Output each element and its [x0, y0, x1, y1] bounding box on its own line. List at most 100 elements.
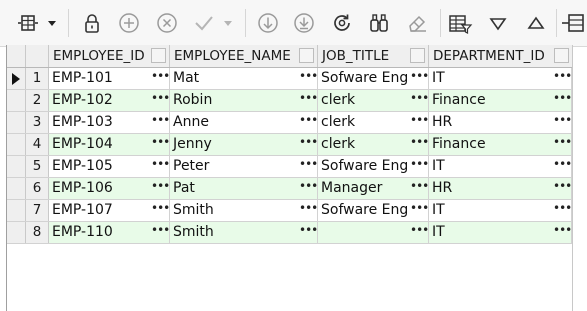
table-row[interactable]: 1 EMP-101 ••• Mat ••• Sofware Eng ••• IT •••: [7, 68, 572, 90]
cell-job-title[interactable]: Sofware Eng •••: [318, 68, 429, 89]
cell-ellipsis-button[interactable]: •••: [299, 134, 317, 155]
cell-ellipsis-button[interactable]: •••: [553, 178, 571, 199]
row-indicator[interactable]: [7, 90, 26, 111]
cell-ellipsis-button[interactable]: •••: [299, 178, 317, 199]
move-down-icon[interactable]: [254, 9, 282, 37]
cell-department-id[interactable]: IT •••: [429, 68, 572, 89]
cell-employee-name[interactable]: Mat •••: [170, 68, 318, 89]
row-indicator[interactable]: [7, 134, 26, 155]
cell-ellipsis-button[interactable]: •••: [410, 134, 428, 155]
row-number[interactable]: 3: [26, 112, 49, 133]
cell-ellipsis-button[interactable]: •••: [299, 112, 317, 133]
cell-department-id[interactable]: IT •••: [429, 156, 572, 177]
delete-row-icon[interactable]: [153, 9, 181, 37]
cell-ellipsis-button[interactable]: •••: [553, 68, 571, 89]
cell-department-id[interactable]: Finance •••: [429, 134, 572, 155]
table-row[interactable]: 4 EMP-104 ••• Jenny ••• clerk ••• Finance •••: [7, 134, 572, 156]
sort-ascending-icon[interactable]: [522, 9, 550, 37]
cell-ellipsis-button[interactable]: •••: [410, 156, 428, 177]
row-indicator[interactable]: [7, 200, 26, 221]
grid-filter-icon[interactable]: [446, 9, 474, 37]
column-filter-button[interactable]: [299, 48, 314, 63]
cell-employee-id[interactable]: EMP-104 •••: [49, 134, 170, 155]
lock-icon[interactable]: [78, 9, 106, 37]
cell-job-title[interactable]: •••: [318, 222, 429, 243]
cell-job-title[interactable]: clerk •••: [318, 134, 429, 155]
column-header-job-title[interactable]: JOB_TITLE: [318, 45, 429, 67]
cell-ellipsis-button[interactable]: •••: [410, 90, 428, 111]
cell-ellipsis-button[interactable]: •••: [553, 200, 571, 221]
cell-ellipsis-button[interactable]: •••: [299, 90, 317, 111]
row-number[interactable]: 1: [26, 68, 49, 89]
table-row[interactable]: 8 EMP-110 ••• Smith ••• ••• IT •••: [7, 222, 572, 244]
cell-job-title[interactable]: Sofware Eng •••: [318, 156, 429, 177]
row-indicator[interactable]: [7, 156, 26, 177]
cell-employee-name[interactable]: Anne •••: [170, 112, 318, 133]
row-number[interactable]: 8: [26, 222, 49, 243]
table-row[interactable]: 6 EMP-106 ••• Pat ••• Manager ••• HR •••: [7, 178, 572, 200]
cell-ellipsis-button[interactable]: •••: [151, 178, 169, 199]
cell-department-id[interactable]: HR •••: [429, 112, 572, 133]
column-filter-button[interactable]: [554, 48, 569, 63]
refresh-icon[interactable]: [328, 9, 356, 37]
cell-ellipsis-button[interactable]: •••: [553, 222, 571, 243]
cell-ellipsis-button[interactable]: •••: [151, 90, 169, 111]
cell-ellipsis-button[interactable]: •••: [299, 200, 317, 221]
cell-employee-name[interactable]: Smith •••: [170, 222, 318, 243]
table-row[interactable]: 3 EMP-103 ••• Anne ••• clerk ••• HR •••: [7, 112, 572, 134]
cell-ellipsis-button[interactable]: •••: [553, 90, 571, 111]
cell-employee-id[interactable]: EMP-107 •••: [49, 200, 170, 221]
cell-ellipsis-button[interactable]: •••: [299, 222, 317, 243]
cell-employee-name[interactable]: Jenny •••: [170, 134, 318, 155]
row-indicator[interactable]: [7, 112, 26, 133]
cell-ellipsis-button[interactable]: •••: [410, 68, 428, 89]
cell-ellipsis-button[interactable]: •••: [410, 178, 428, 199]
cell-ellipsis-button[interactable]: •••: [553, 134, 571, 155]
cell-employee-id[interactable]: EMP-101 •••: [49, 68, 170, 89]
cell-ellipsis-button[interactable]: •••: [151, 222, 169, 243]
add-row-icon[interactable]: [115, 9, 143, 37]
cell-ellipsis-button[interactable]: •••: [151, 134, 169, 155]
cell-ellipsis-button[interactable]: •••: [151, 68, 169, 89]
dropdown-arrow-icon[interactable]: [44, 9, 60, 37]
row-number[interactable]: 5: [26, 156, 49, 177]
cell-job-title[interactable]: Sofware Eng •••: [318, 200, 429, 221]
cell-ellipsis-button[interactable]: •••: [553, 112, 571, 133]
cell-job-title[interactable]: Manager •••: [318, 178, 429, 199]
cell-department-id[interactable]: HR •••: [429, 178, 572, 199]
cell-job-title[interactable]: clerk •••: [318, 90, 429, 111]
cell-employee-id[interactable]: EMP-106 •••: [49, 178, 170, 199]
find-binoculars-icon[interactable]: [365, 9, 393, 37]
cell-ellipsis-button[interactable]: •••: [299, 68, 317, 89]
row-number[interactable]: 4: [26, 134, 49, 155]
cell-ellipsis-button[interactable]: •••: [151, 200, 169, 221]
cell-ellipsis-button[interactable]: •••: [410, 222, 428, 243]
table-row[interactable]: 5 EMP-105 ••• Peter ••• Sofware Eng ••• IT •••: [7, 156, 572, 178]
table-row[interactable]: 2 EMP-102 ••• Robin ••• clerk ••• Finance •••: [7, 90, 572, 112]
cell-employee-name[interactable]: Smith •••: [170, 200, 318, 221]
row-indicator[interactable]: [7, 68, 26, 89]
row-indicator[interactable]: [7, 178, 26, 199]
row-indicator[interactable]: [7, 222, 26, 243]
cell-ellipsis-button[interactable]: •••: [151, 112, 169, 133]
cell-department-id[interactable]: IT •••: [429, 200, 572, 221]
grid-view-icon[interactable]: [14, 9, 42, 37]
row-number[interactable]: 6: [26, 178, 49, 199]
cell-employee-id[interactable]: EMP-102 •••: [49, 90, 170, 111]
data-grid[interactable]: EMPLOYEE_ID EMPLOYEE_NAME JOB_TITLE DEPA…: [6, 45, 573, 311]
cell-department-id[interactable]: Finance •••: [429, 90, 572, 111]
cell-employee-id[interactable]: EMP-110 •••: [49, 222, 170, 243]
table-row[interactable]: 7 EMP-107 ••• Smith ••• Sofware Eng ••• IT •••: [7, 200, 572, 222]
row-number[interactable]: 7: [26, 200, 49, 221]
cell-ellipsis-button[interactable]: •••: [410, 112, 428, 133]
column-header-department-id[interactable]: DEPARTMENT_ID: [429, 45, 572, 67]
cell-employee-name[interactable]: Peter •••: [170, 156, 318, 177]
cell-employee-name[interactable]: Pat •••: [170, 178, 318, 199]
cell-ellipsis-button[interactable]: •••: [299, 156, 317, 177]
commit-icon[interactable]: [190, 9, 218, 37]
save-icon[interactable]: [290, 9, 318, 37]
cell-employee-name[interactable]: Robin •••: [170, 90, 318, 111]
cell-ellipsis-button[interactable]: •••: [553, 156, 571, 177]
cell-job-title[interactable]: clerk •••: [318, 112, 429, 133]
split-view-icon[interactable]: [561, 9, 587, 37]
